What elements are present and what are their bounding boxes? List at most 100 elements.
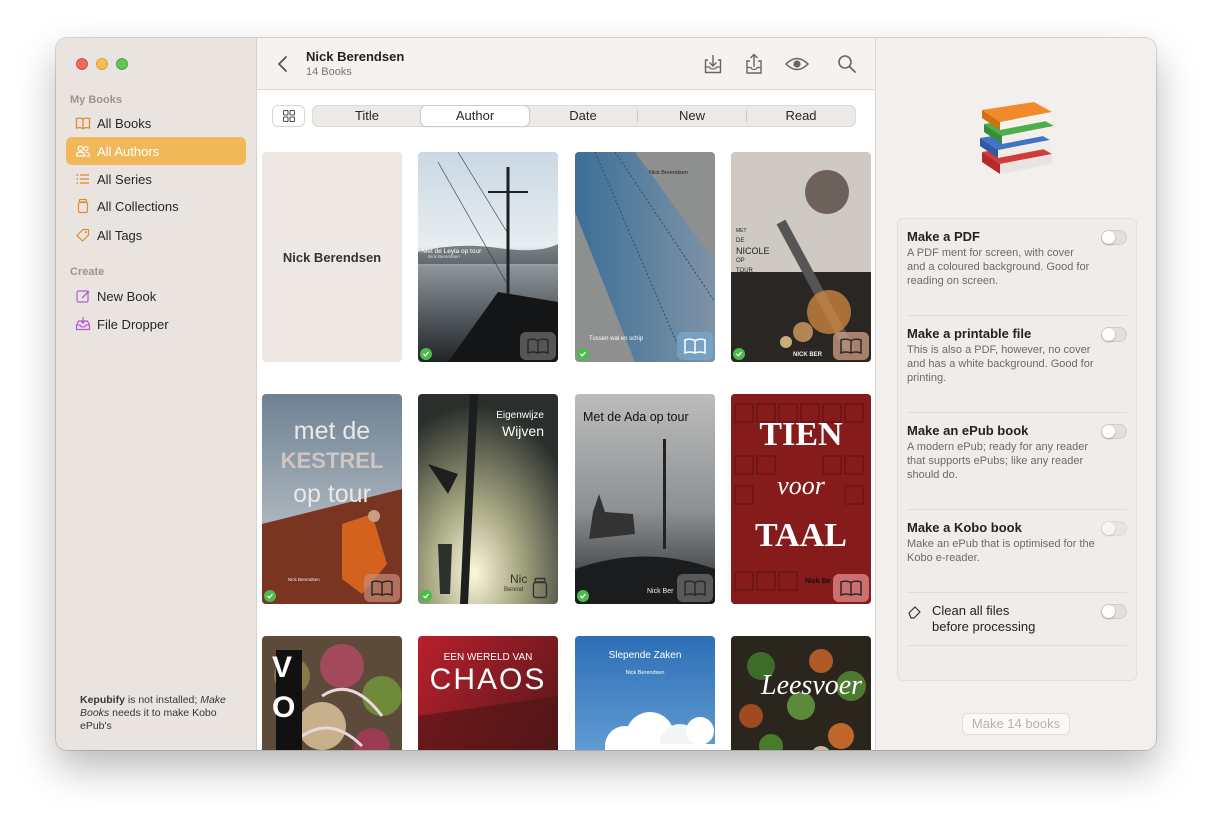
book-cover-ada[interactable]: Met de Ada op tour Nick Ber	[575, 394, 715, 604]
sidebar-item-label: All Books	[97, 115, 152, 131]
tab-date[interactable]: Date	[529, 106, 637, 126]
book-cover-kestrel[interactable]: met de KESTREL op tour Nick Berendsen	[262, 394, 402, 604]
read-book-button[interactable]	[833, 332, 869, 360]
people-icon	[75, 143, 91, 159]
read-book-button[interactable]	[677, 332, 713, 360]
sort-segmented-control: Title Author Date New Read	[312, 105, 856, 127]
cover-title: MET DE NICOLE OP TOUR	[736, 226, 770, 276]
book-cover-nicole[interactable]: MET DE NICOLE OP TOUR NICK BER	[731, 152, 871, 362]
cover-title-line: Wijven	[501, 423, 544, 439]
option-epub: Make an ePub book A modern ePub; ready f…	[907, 423, 1129, 482]
open-book-icon	[527, 338, 549, 355]
read-book-button[interactable]	[364, 574, 400, 602]
sidebar-item-all-series[interactable]: All Series	[66, 165, 246, 193]
book-count: 14 Books	[306, 66, 352, 78]
divider	[907, 645, 1127, 646]
cover-title-line: OP	[736, 258, 745, 264]
clean-toggle[interactable]	[1101, 604, 1127, 619]
divider	[907, 315, 1127, 316]
sidebar: My Books All Books All Authors All Serie…	[56, 38, 257, 750]
sidebar-item-label: All Authors	[97, 143, 160, 159]
cover-title-line: met de	[293, 417, 371, 445]
clean-label: Clean all files before processing	[932, 603, 1035, 635]
checkmark-icon	[420, 348, 432, 360]
import-button[interactable]	[700, 51, 726, 77]
clean-label-line2: before processing	[932, 619, 1036, 634]
share-button[interactable]	[741, 51, 767, 77]
jar-icon	[75, 198, 91, 214]
cover-title-line: voor	[777, 471, 825, 500]
collection-button[interactable]	[528, 574, 552, 602]
compose-icon	[75, 288, 91, 304]
export-panel: Make a PDF A PDF ment for screen, with c…	[875, 38, 1156, 750]
search-icon	[838, 55, 856, 73]
tab-read[interactable]: Read	[747, 106, 855, 126]
book-cover-tussen-wal[interactable]: Nick Berendsen Tussen wal en schip	[575, 152, 715, 362]
option-title: Make a printable file	[907, 326, 1032, 341]
book-cover-chaos[interactable]: EEN WERELD VAN CHAOS	[418, 636, 558, 750]
read-book-button[interactable]	[520, 332, 556, 360]
cover-author: NICK BER	[793, 352, 823, 358]
make-books-button[interactable]: Make 14 books	[962, 713, 1070, 735]
checkmark-icon	[577, 348, 589, 360]
sidebar-item-label: New Book	[97, 288, 157, 304]
search-button[interactable]	[834, 51, 860, 77]
sidebar-item-all-books[interactable]: All Books	[66, 109, 246, 137]
preview-button[interactable]	[784, 51, 810, 77]
cover-title-line: op tour	[293, 480, 371, 508]
cover-title: EEN WERELD VAN CHAOS	[418, 652, 558, 697]
option-title: Make an ePub book	[907, 423, 1029, 438]
minimize-window-button[interactable]	[96, 58, 108, 70]
open-book-icon	[684, 338, 706, 355]
sidebar-item-all-authors[interactable]: All Authors	[66, 137, 246, 165]
option-description: A PDF ment for screen, with cover and a …	[907, 247, 1090, 287]
grid-icon	[282, 109, 295, 123]
tab-author[interactable]: Author	[421, 106, 529, 126]
kepubify-warning: Kepubify is not installed; Make Books ne…	[80, 694, 240, 733]
sidebar-item-label: All Tags	[97, 227, 143, 243]
book-icon	[75, 115, 91, 131]
tab-new[interactable]: New	[638, 106, 746, 126]
tab-title[interactable]: Title	[313, 106, 421, 126]
book-cover-eigenwijze[interactable]: Eigenwijze Wijven Nic Berend	[418, 394, 558, 604]
jar-icon	[532, 577, 548, 599]
sort-toolbar: Title Author Date New Read	[257, 90, 875, 136]
pdf-toggle[interactable]	[1101, 230, 1127, 245]
sidebar-item-label: All Collections	[97, 198, 179, 214]
zoom-window-button[interactable]	[116, 58, 128, 70]
tray-icon	[75, 316, 91, 332]
kobo-toggle[interactable]	[1101, 521, 1127, 536]
sidebar-item-file-dropper[interactable]: File Dropper	[66, 310, 246, 338]
header: Nick Berendsen 14 Books	[257, 38, 875, 90]
printable-toggle[interactable]	[1101, 327, 1127, 342]
book-cover-slepende-zaken[interactable]: Slepende Zaken Nick Berendsen	[575, 636, 715, 750]
divider	[907, 509, 1127, 510]
checkmark-icon	[264, 590, 276, 602]
option-clean: Clean all files before processing	[907, 603, 1129, 635]
note-kepubify: Kepubify	[80, 694, 125, 706]
book-cover-vo[interactable]: VO	[262, 636, 402, 750]
author-placeholder-card[interactable]: Nick Berendsen	[262, 152, 402, 362]
epub-toggle[interactable]	[1101, 424, 1127, 439]
clean-label-line1: Clean all files	[932, 603, 1010, 618]
close-window-button[interactable]	[76, 58, 88, 70]
sidebar-item-new-book[interactable]: New Book	[66, 282, 246, 310]
cover-subtitle: Tussen wal en schip	[589, 336, 644, 342]
cover-title: met de KESTREL op tour	[262, 416, 402, 512]
cover-title-line: TOUR	[736, 268, 753, 274]
option-pdf: Make a PDF A PDF ment for screen, with c…	[907, 229, 1129, 288]
sidebar-item-all-collections[interactable]: All Collections	[66, 192, 246, 220]
book-cover-leesvoer[interactable]: Leesvoer	[731, 636, 871, 750]
book-cover-leyla[interactable]: Met de Leyla op tour Nick Berendsen	[418, 152, 558, 362]
back-button[interactable]	[275, 52, 291, 76]
ada-cover-art	[575, 394, 715, 604]
author-name: Nick Berendsen	[282, 249, 382, 265]
option-kobo: Make a Kobo book Make an ePub that is op…	[907, 520, 1129, 565]
grid-view-button[interactable]	[272, 105, 305, 127]
read-book-button[interactable]	[677, 574, 713, 602]
read-book-button[interactable]	[833, 574, 869, 602]
sidebar-item-all-tags[interactable]: All Tags	[66, 221, 246, 249]
book-cover-tien-voor-taal[interactable]: TIEN voor TAAL Nick Be	[731, 394, 871, 604]
cover-title: TIEN voor TAAL	[731, 414, 871, 556]
open-book-icon	[840, 338, 862, 355]
